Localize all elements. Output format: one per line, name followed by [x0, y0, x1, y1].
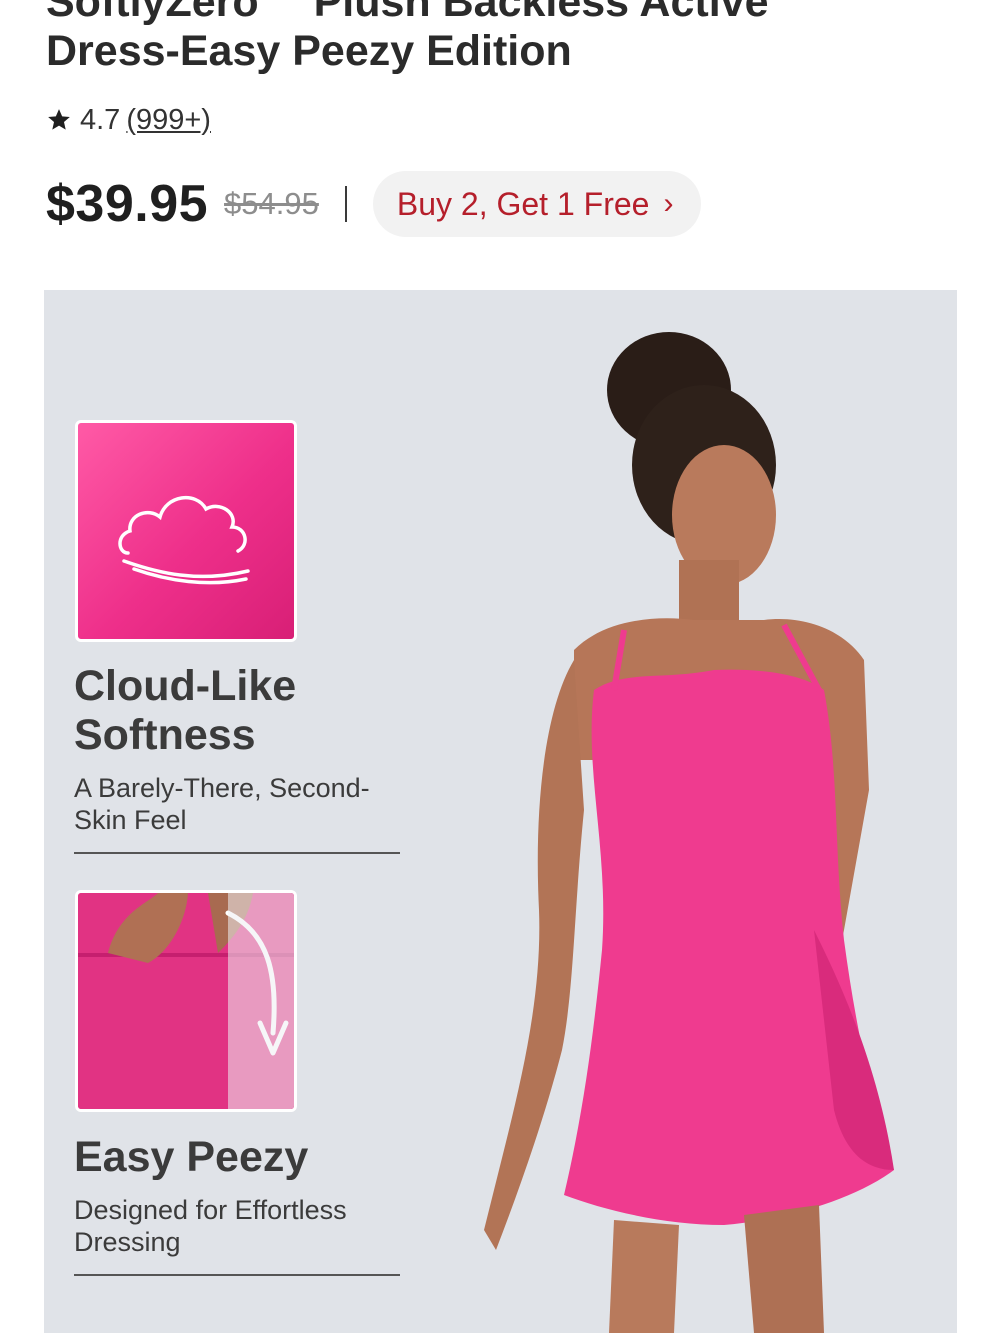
product-title-line1: SoftlyZero™ Plush Backless Active [46, 0, 769, 26]
review-count-link[interactable]: (999+) [126, 104, 211, 137]
model-photo [484, 332, 894, 1333]
feature-heading-softness: Cloud-Like Softness [74, 662, 404, 760]
feature-subtext-softness: A Barely-There, Second-Skin Feel [74, 773, 370, 835]
feature-heading-line: Softness [74, 711, 256, 759]
price-divider [344, 186, 347, 222]
original-price: $54.95 [224, 186, 319, 221]
current-price: $39.95 [46, 175, 209, 233]
promo-button[interactable]: Buy 2, Get 1 Free › [372, 171, 702, 237]
feature-heading-line: Cloud-Like [74, 662, 297, 710]
cloud-softness-image [75, 420, 297, 642]
easy-peezy-image [75, 890, 297, 1112]
product-feature-panel: Cloud-Like Softness A Barely-There, Seco… [44, 290, 957, 1333]
cloud-icon [118, 495, 250, 585]
promo-label: Buy 2, Get 1 Free [396, 185, 650, 222]
star-icon [48, 109, 70, 130]
rating-value: 4.7 [80, 103, 121, 136]
feature-heading-easy-peezy: Easy Peezy [74, 1133, 309, 1181]
down-arrow-icon [78, 893, 294, 1109]
rating: 4.7 (999+) [46, 100, 211, 140]
price-row: $39.95 $54.95 Buy 2, Get 1 Free › [46, 170, 702, 238]
product-title-line2: Dress-Easy Peezy Edition [46, 27, 572, 75]
feature-subtext-easy-peezy: Designed for Effortless Dressing [74, 1195, 347, 1257]
chevron-right-icon: › [663, 187, 674, 220]
feature-divider [74, 852, 400, 854]
product-title: SoftlyZero™ Plush Backless Active Dress-… [46, 0, 946, 76]
feature-divider [74, 1274, 400, 1276]
